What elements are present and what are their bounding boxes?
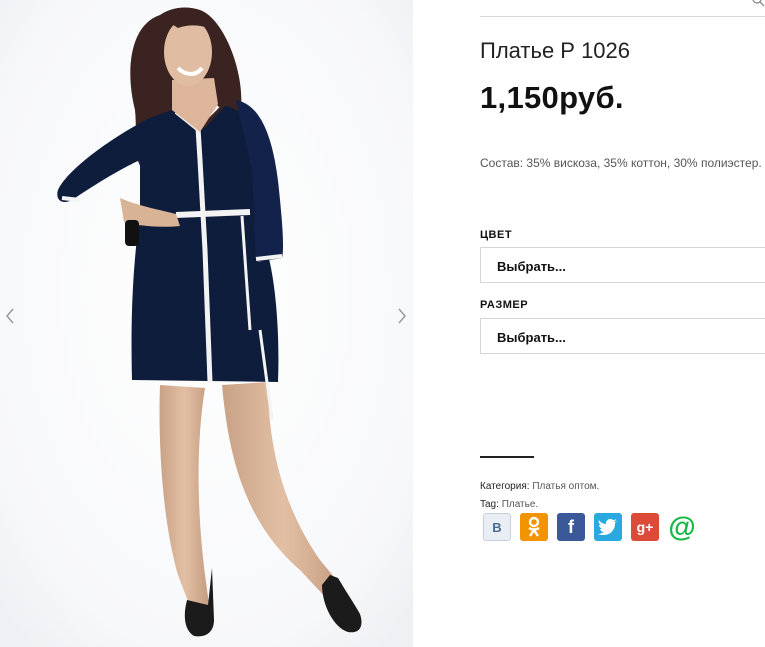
- odnoklassniki-icon: [528, 516, 540, 537]
- divider: [480, 16, 765, 17]
- vkontakte-icon: B: [492, 519, 502, 535]
- size-label: РАЗМЕР: [480, 299, 529, 311]
- product-photo: [0, 0, 413, 647]
- share-buttons: B f g+ @: [483, 513, 696, 541]
- product-tags: Tag: Платье.: [480, 499, 538, 510]
- facebook-icon: f: [568, 516, 574, 537]
- google-plus-share-button[interactable]: g+: [631, 513, 659, 541]
- product-description: Состав: 35% вискоза, 35% коттон, 30% пол…: [480, 156, 762, 170]
- category-link[interactable]: Платья оптом.: [532, 481, 599, 492]
- gallery-next-button[interactable]: [392, 303, 412, 329]
- mail-ru-share-button[interactable]: @: [668, 513, 696, 541]
- color-select[interactable]: Выбрать...: [480, 247, 765, 283]
- size-select-value: Выбрать...: [497, 330, 566, 345]
- search-icon[interactable]: [752, 0, 765, 8]
- chevron-left-icon: [6, 308, 14, 324]
- color-select-value: Выбрать...: [497, 259, 566, 274]
- size-select[interactable]: Выбрать...: [480, 318, 765, 354]
- chevron-right-icon: [398, 308, 406, 324]
- tag-label: Tag:: [480, 499, 499, 510]
- google-plus-icon: g+: [636, 519, 654, 535]
- facebook-share-button[interactable]: f: [557, 513, 585, 541]
- product-title: Платье Р 1026: [480, 38, 631, 63]
- tag-link[interactable]: Платье.: [502, 499, 539, 510]
- twitter-icon: [598, 519, 617, 535]
- odnoklassniki-share-button[interactable]: [520, 513, 548, 541]
- divider: [480, 456, 534, 458]
- gallery-prev-button[interactable]: [0, 303, 20, 329]
- mail-ru-icon: @: [668, 511, 696, 542]
- color-label: ЦВЕТ: [480, 229, 513, 241]
- vkontakte-share-button[interactable]: B: [483, 513, 511, 541]
- twitter-share-button[interactable]: [594, 513, 622, 541]
- product-gallery: [0, 0, 413, 647]
- product-price: 1,150руб.: [480, 80, 624, 115]
- product-summary: Платье Р 1026 1,150руб. Состав: 35% виск…: [480, 0, 765, 647]
- product-category: Категория: Платья оптом.: [480, 481, 599, 492]
- category-label: Категория:: [480, 481, 530, 492]
